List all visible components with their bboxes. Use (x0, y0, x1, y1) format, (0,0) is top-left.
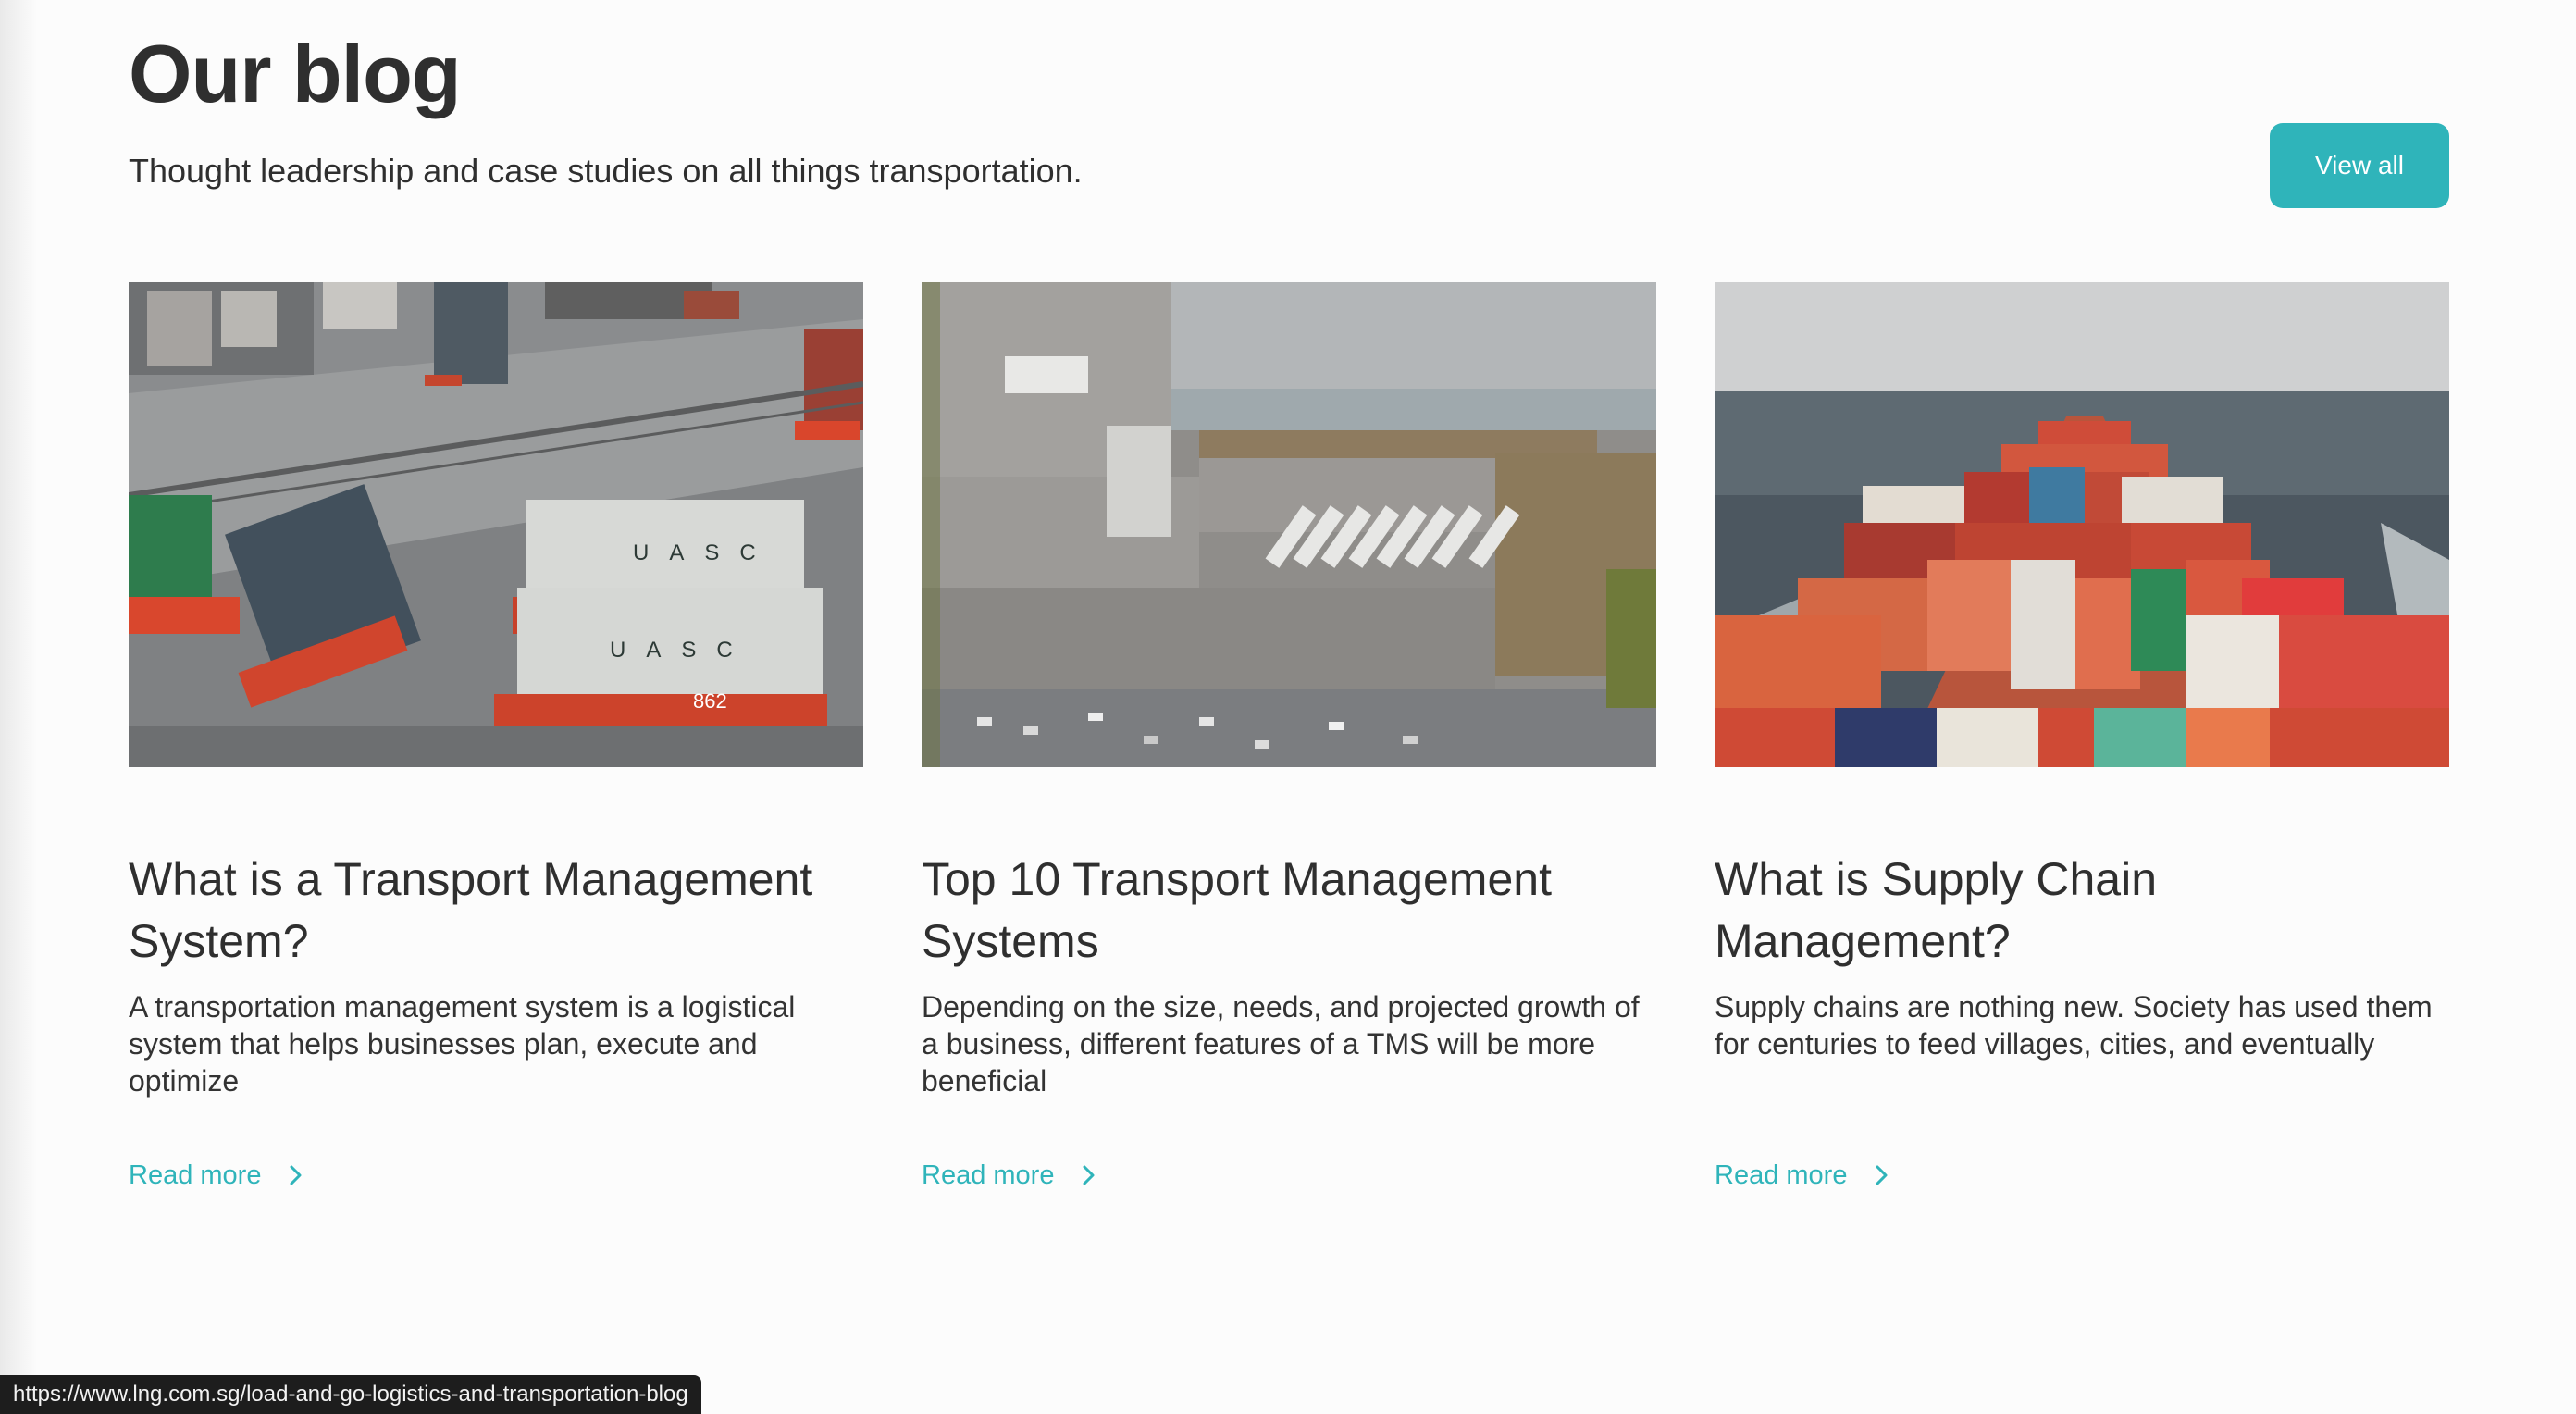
blog-card: UASC UASC 862 What is a Transport Manage… (129, 282, 863, 1208)
chevron-right-icon (290, 1165, 302, 1185)
window-edge-shadow (0, 0, 37, 1414)
container-port-image[interactable]: UASC UASC 862 (129, 282, 863, 767)
read-more-link[interactable]: Read more (129, 1157, 305, 1194)
post-excerpt: A transportation management system is a … (129, 990, 796, 1098)
page-subtitle: Thought leadership and case studies on a… (129, 152, 1083, 190)
container-port-photo: UASC UASC 862 (129, 282, 863, 767)
svg-text:UASC: UASC (633, 540, 776, 565)
blog-card: Top 10 Transport Management Systems Depe… (922, 282, 1656, 1208)
svg-text:862: 862 (693, 689, 727, 713)
post-excerpt: Supply chains are nothing new. Society h… (1715, 990, 2433, 1060)
post-title[interactable]: What is a Transport Management System? (129, 849, 863, 973)
page-title: Our blog (129, 28, 462, 119)
container-ship-image[interactable] (1715, 282, 2449, 767)
read-more-link[interactable]: Read more (1715, 1157, 1891, 1194)
warehouse-yard-image[interactable] (922, 282, 1656, 767)
blog-section: Our blog Thought leadership and case stu… (129, 0, 2449, 1414)
view-all-button[interactable]: View all (2270, 123, 2449, 208)
link-hover-status-bar: https://www.lng.com.sg/load-and-go-logis… (0, 1375, 701, 1414)
read-more-label: Read more (129, 1160, 262, 1190)
chevron-right-icon (1083, 1165, 1095, 1185)
post-title[interactable]: Top 10 Transport Management Systems (922, 849, 1656, 973)
chevron-right-icon (1876, 1165, 1888, 1185)
post-title[interactable]: What is Supply Chain Management? (1715, 849, 2449, 973)
blog-card: What is Supply Chain Management? Supply … (1715, 282, 2449, 1208)
container-ship-photo (1715, 282, 2449, 767)
read-more-link[interactable]: Read more (922, 1157, 1098, 1194)
read-more-label: Read more (922, 1160, 1055, 1190)
svg-text:UASC: UASC (610, 638, 753, 663)
read-more-label: Read more (1715, 1160, 1848, 1190)
post-excerpt: Depending on the size, needs, and projec… (922, 990, 1640, 1098)
warehouse-yard-photo (922, 282, 1656, 767)
